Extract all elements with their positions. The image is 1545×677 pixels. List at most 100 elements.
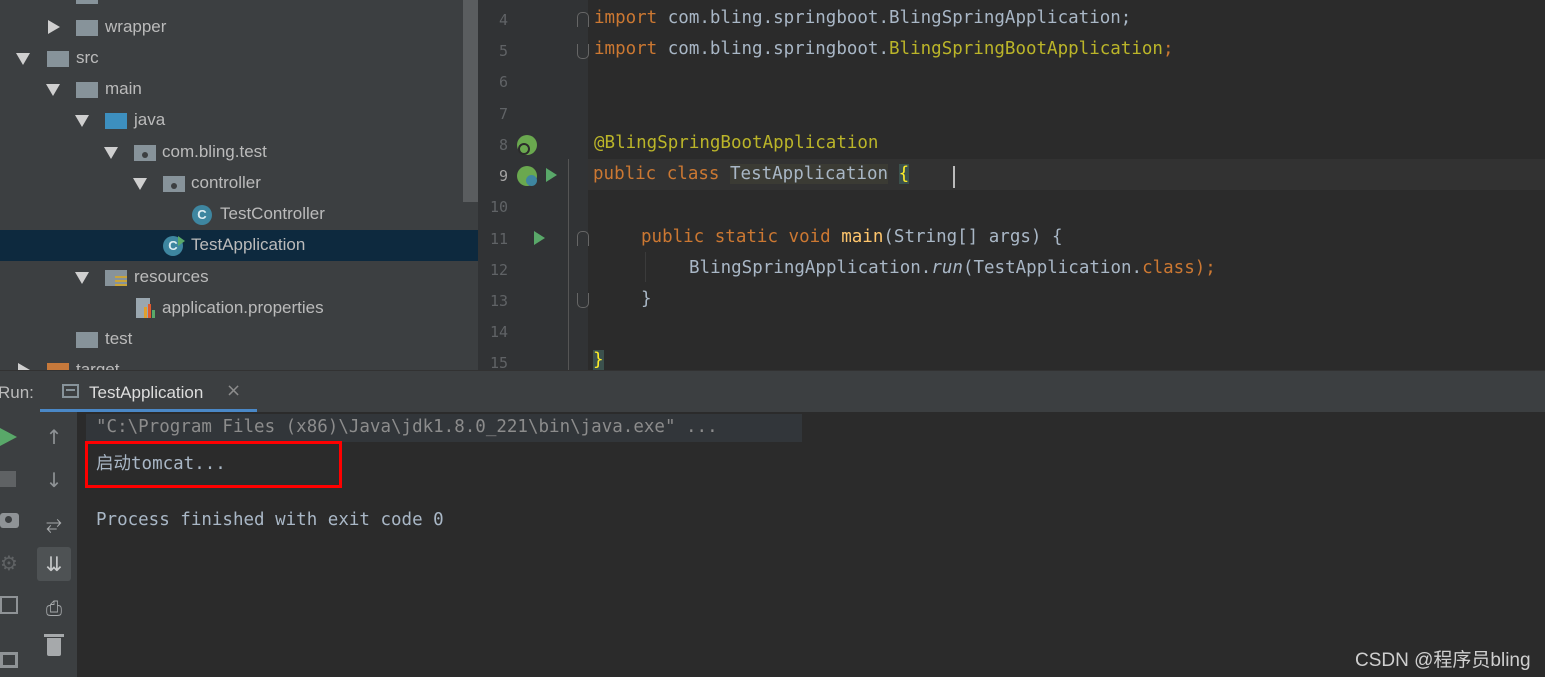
indent-guide	[645, 252, 646, 282]
chevron-down-icon[interactable]	[46, 84, 60, 96]
code-token: class	[666, 164, 720, 184]
chevron-right-icon[interactable]	[18, 363, 30, 370]
tree-item-label: test	[105, 329, 133, 348]
tree-item-label: resources	[134, 267, 209, 286]
print-icon[interactable]: ⎙	[41, 595, 67, 621]
code-token: TestApplication	[730, 164, 889, 184]
code-line-5: import com.bling.springboot.BlingSpringB…	[594, 39, 1174, 59]
tree-item-main[interactable]: main	[0, 74, 478, 105]
tree-item-test[interactable]: test	[0, 324, 478, 355]
folder-icon	[76, 20, 98, 36]
line-number: 6	[498, 73, 508, 91]
chevron-down-icon[interactable]	[75, 115, 89, 127]
code-token: );	[1194, 258, 1216, 278]
source-folder-icon	[105, 113, 127, 129]
fold-icon[interactable]	[577, 293, 589, 308]
line-number: 13	[489, 292, 508, 310]
class-icon: C	[192, 205, 212, 225]
tree-item-class-testcontroller[interactable]: C TestController	[0, 199, 478, 230]
tree-item-src[interactable]: src	[0, 43, 478, 74]
run-icon[interactable]	[534, 231, 545, 245]
tree-item-mvn[interactable]: mvn	[0, 0, 478, 11]
code-token: (String[] args) {	[883, 227, 1063, 247]
trash-icon[interactable]	[44, 634, 64, 656]
scroll-to-end-icon: ⇊	[45, 552, 63, 576]
folder-icon	[76, 332, 98, 348]
run-mark-icon	[178, 236, 185, 246]
line-number: 11	[489, 230, 508, 248]
code-token: @BlingSpringBootApplication	[594, 133, 879, 153]
stop-icon[interactable]	[0, 471, 16, 487]
fold-icon[interactable]	[577, 44, 589, 59]
exit-icon[interactable]	[0, 596, 18, 614]
console-line-command: "C:\Program Files (x86)\Java\jdk1.8.0_22…	[96, 417, 718, 437]
chevron-right-icon[interactable]	[48, 20, 60, 34]
camera-icon[interactable]	[0, 513, 19, 528]
excluded-folder-icon	[47, 363, 69, 370]
tree-item-resources[interactable]: resources	[0, 262, 478, 293]
fold-icon[interactable]	[577, 12, 589, 27]
tree-item-label: java	[134, 110, 166, 129]
code-token: BlingSpringBootApplication	[889, 39, 1163, 59]
layout-icon[interactable]	[0, 652, 18, 668]
tree-item-target[interactable]: target	[0, 355, 478, 370]
spring-bean-icon[interactable]	[517, 135, 537, 155]
code-token: run	[931, 258, 963, 278]
indent-guide	[568, 159, 569, 370]
code-token: ;	[1162, 39, 1174, 59]
code-token: com.bling.springboot.	[657, 39, 890, 59]
code-token: void	[788, 227, 831, 247]
spring-bean-icon[interactable]	[517, 166, 537, 186]
tree-item-label: mvn	[105, 0, 137, 5]
chevron-down-icon[interactable]	[104, 147, 118, 159]
chevron-down-icon[interactable]	[16, 53, 30, 65]
code-token: class	[1142, 258, 1195, 278]
code-token: import	[594, 39, 658, 59]
tree-item-java[interactable]: java	[0, 105, 478, 136]
line-number: 7	[498, 105, 508, 123]
scroll-to-end-button[interactable]: ⇊	[37, 547, 71, 581]
tree-item-label: TestController	[220, 204, 325, 223]
tree-scrollbar[interactable]	[463, 0, 478, 202]
code-token: BlingSpringApplication.	[689, 258, 932, 278]
code-line-15: }	[593, 350, 604, 370]
tree-item-application-properties[interactable]: application.properties	[0, 293, 478, 324]
code-line-9: public class TestApplication {	[593, 164, 910, 184]
chevron-down-icon[interactable]	[75, 272, 89, 284]
tree-item-label: TestApplication	[191, 235, 306, 254]
close-icon[interactable]: ×	[226, 380, 241, 401]
code-line-11: public static void main(String[] args) {	[641, 227, 1063, 247]
chevron-down-icon[interactable]	[133, 178, 147, 190]
folder-icon	[76, 82, 98, 98]
gear-icon[interactable]: ⚙	[0, 553, 18, 573]
run-tab-testapplication[interactable]: TestApplication ×	[40, 371, 257, 412]
code-token: }	[593, 350, 604, 370]
tree-item-package-com-bling-test[interactable]: com.bling.test	[0, 137, 478, 168]
run-icon[interactable]	[546, 168, 557, 182]
highlight-box	[85, 441, 342, 488]
code-token: }	[641, 289, 652, 309]
tree-item-class-testapplication[interactable]: C TestApplication	[0, 230, 478, 261]
code-token: static	[714, 227, 778, 247]
code-line-12: BlingSpringApplication.run(TestApplicati…	[689, 258, 1216, 278]
arrow-up-icon[interactable]: ↑	[41, 424, 67, 450]
code-line-4: import com.bling.springboot.BlingSpringA…	[594, 8, 1131, 28]
tree-item-label: com.bling.test	[162, 142, 267, 161]
console-toolbar: ↑ ↓ ⥂ ⇊ ⎙	[32, 412, 77, 677]
tree-item-wrapper[interactable]: wrapper	[0, 12, 478, 43]
fold-icon[interactable]	[577, 231, 589, 246]
tree-item-label: controller	[191, 173, 261, 192]
code-token: main	[841, 227, 884, 247]
line-number: 8	[498, 136, 508, 154]
tree-item-label: wrapper	[105, 17, 167, 36]
tree-item-label: target	[76, 360, 120, 370]
rerun-icon[interactable]	[0, 428, 17, 446]
code-token: com.bling.springboot.BlingSpringApplicat…	[657, 8, 1132, 28]
tree-item-package-controller[interactable]: controller	[0, 168, 478, 199]
code-line-13: }	[641, 289, 652, 309]
project-tree: mvn wrapper src main java com.bling.test…	[0, 0, 478, 370]
soft-wrap-icon[interactable]: ⥂	[41, 510, 67, 536]
line-number: 9	[498, 167, 508, 185]
run-tool-window-header: Run: TestApplication ×	[0, 370, 1545, 413]
arrow-down-icon[interactable]: ↓	[41, 467, 67, 493]
